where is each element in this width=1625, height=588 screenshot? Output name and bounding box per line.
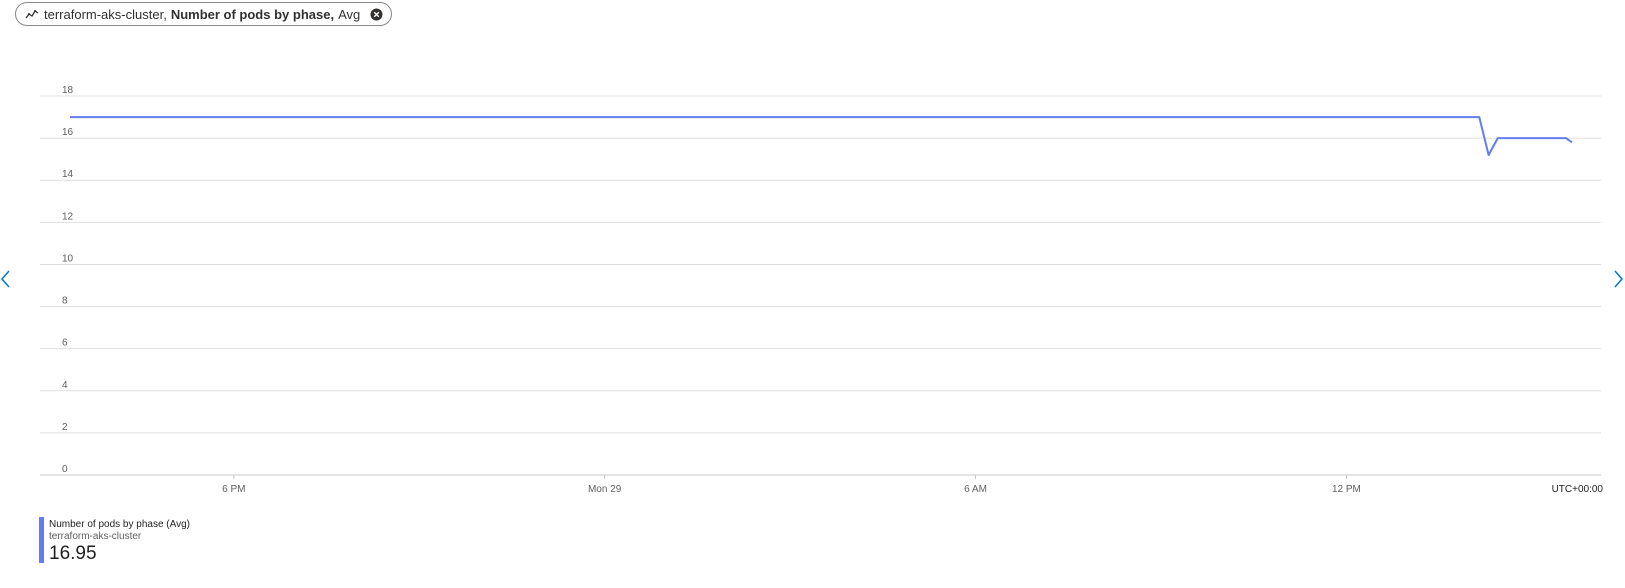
x-tick-label: 6 AM — [964, 484, 987, 495]
legend-value: 16.95 — [49, 543, 97, 564]
legend-series-name: Number of pods by phase (Avg) — [49, 519, 191, 530]
y-tick-label: 12 — [62, 211, 74, 222]
y-tick-label: 4 — [62, 380, 68, 391]
chart-legend[interactable]: Number of pods by phase (Avg) terraform-… — [39, 517, 339, 564]
y-tick-label: 8 — [62, 296, 68, 307]
x-tick-label: 6 PM — [222, 484, 245, 495]
y-tick-label: 0 — [62, 464, 68, 475]
series-line — [70, 116, 1573, 156]
y-tick-label: 14 — [62, 169, 74, 180]
timezone-label: UTC+00:00 — [1552, 484, 1604, 495]
line-chart-icon — [25, 8, 39, 20]
pill-resource-label: terraform-aks-cluster, — [44, 6, 167, 22]
pods-line-chart: 0 2 4 6 8 10 12 14 16 18 6 PM Mon 29 6 AM 12 PM UTC+00… — [40, 85, 1604, 495]
y-tick-label: 16 — [62, 127, 74, 138]
metric-pill[interactable]: terraform-aks-cluster, Number of pods by… — [15, 2, 393, 26]
pill-metric-label: Number of pods by phase, — [170, 6, 335, 22]
x-tick-label: Mon 29 — [588, 484, 622, 495]
close-icon[interactable] — [370, 8, 383, 21]
y-tick-label: 18 — [62, 85, 74, 96]
legend-color-bar — [39, 517, 44, 563]
y-tick-label: 6 — [62, 338, 68, 349]
y-tick-label: 2 — [62, 422, 68, 433]
legend-resource-name: terraform-aks-cluster — [49, 531, 142, 542]
pill-aggregation-label: Avg — [338, 6, 361, 22]
y-tick-label: 10 — [62, 253, 74, 264]
x-tick-label: 12 PM — [1332, 484, 1361, 495]
